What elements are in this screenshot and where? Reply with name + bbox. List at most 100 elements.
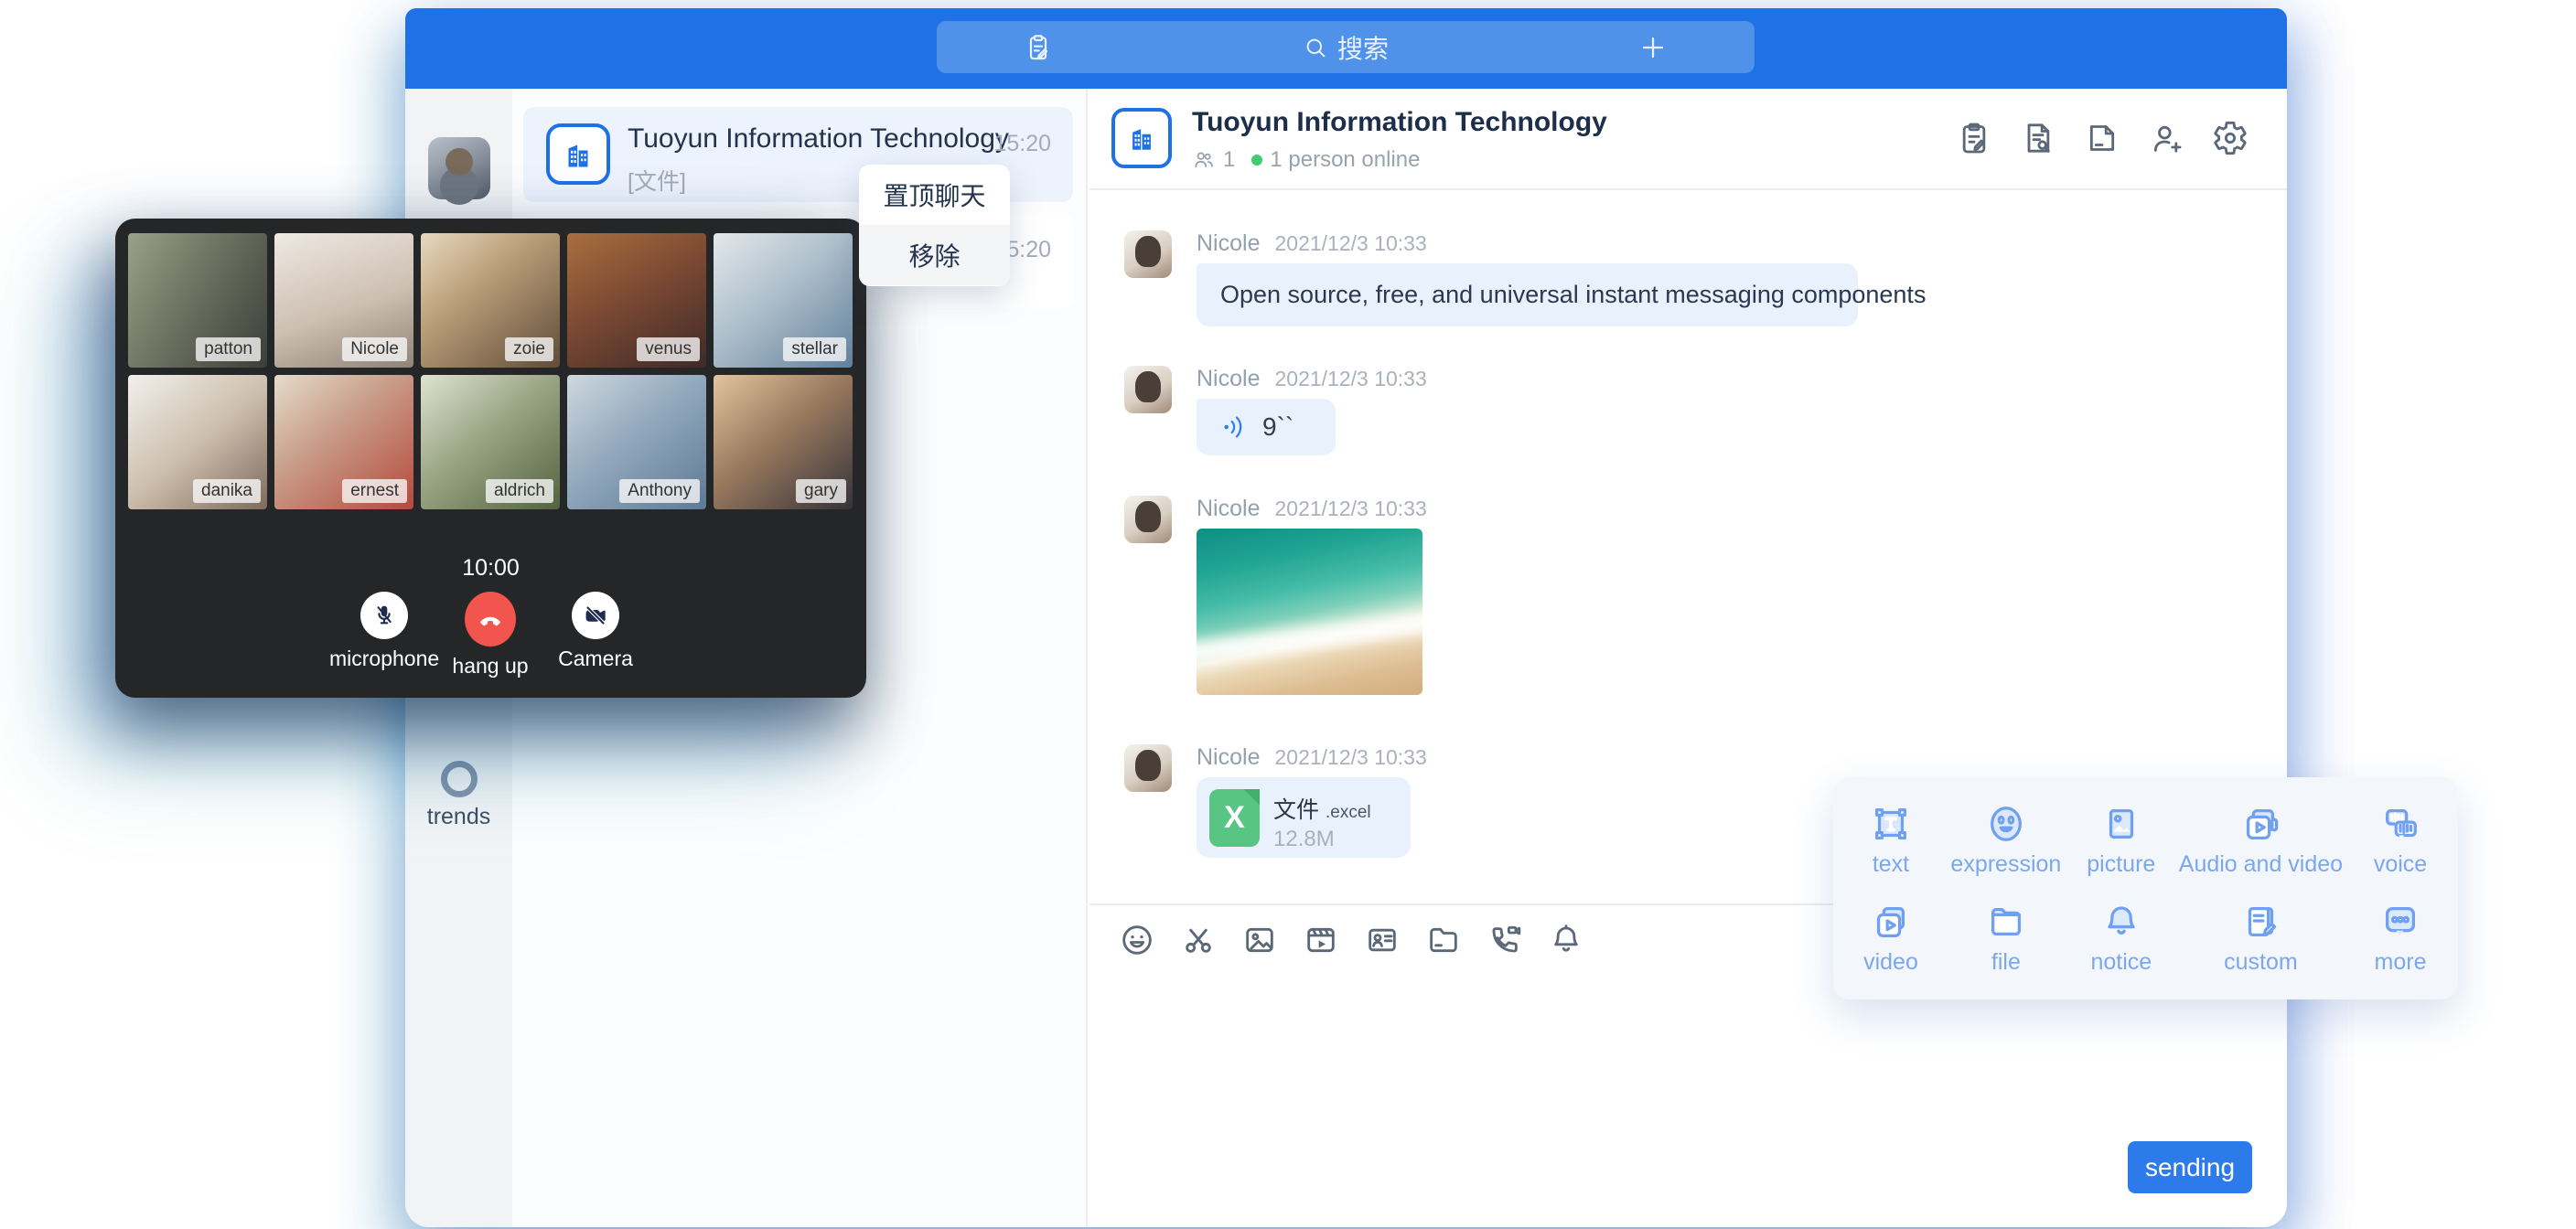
- voice-tool-icon: [2379, 803, 2421, 845]
- attach-item-custom[interactable]: custom: [2179, 890, 2343, 988]
- sender-avatar[interactable]: [1124, 496, 1172, 543]
- message-type-menu: text expression picture Audio: [1833, 777, 2458, 999]
- menu-item-remove[interactable]: 移除: [859, 225, 1010, 285]
- microphone-mute-button[interactable]: [360, 592, 408, 639]
- participant-name: ernest: [342, 479, 407, 503]
- participant-tile[interactable]: Nicole: [274, 233, 413, 368]
- attach-item-audio-video[interactable]: Audio and video: [2179, 792, 2343, 890]
- participant-tile[interactable]: ernest: [274, 375, 413, 509]
- online-status: 1 person online: [1270, 147, 1420, 173]
- participant-name: venus: [637, 337, 700, 361]
- audio-video-tool-icon: [2239, 803, 2281, 845]
- file-extension: .excel: [1326, 803, 1371, 822]
- camera-label: Camera: [541, 647, 650, 671]
- image-message-photo[interactable]: [1197, 529, 1422, 695]
- search-bar[interactable]: 搜索: [937, 21, 1755, 73]
- chat-history-search-icon[interactable]: [2020, 120, 2056, 156]
- sender-avatar[interactable]: [1124, 230, 1172, 278]
- user-avatar[interactable]: [428, 137, 490, 199]
- sender-name: Nicole: [1197, 366, 1260, 392]
- note-icon[interactable]: [1024, 33, 1053, 62]
- video-clip-icon[interactable]: [1303, 922, 1339, 958]
- contact-card-icon[interactable]: [1364, 922, 1401, 958]
- expression-tool-icon: [1985, 803, 2027, 845]
- participant-name: patton: [196, 337, 261, 361]
- add-member-icon[interactable]: [2148, 120, 2184, 156]
- send-button[interactable]: sending: [2128, 1141, 2252, 1193]
- microphone-label: microphone: [329, 647, 439, 671]
- sidebar-item-trends[interactable]: trends: [405, 761, 512, 830]
- participant-tile[interactable]: gary: [714, 375, 853, 509]
- sender-avatar[interactable]: [1124, 744, 1172, 792]
- sender-avatar[interactable]: [1124, 366, 1172, 413]
- file-name: 文件: [1273, 797, 1319, 823]
- search-placeholder: 搜索: [1337, 29, 1389, 66]
- screenshot-icon[interactable]: [1180, 922, 1217, 958]
- emoji-icon[interactable]: [1119, 922, 1155, 958]
- attach-item-text[interactable]: text: [1833, 792, 1948, 890]
- chat-title: Tuoyun Information Technology: [1192, 107, 1607, 138]
- folder-icon[interactable]: [1425, 922, 1462, 958]
- participant-tile[interactable]: zoie: [421, 233, 560, 368]
- chat-actions: [1956, 120, 2249, 156]
- message-time: 2021/12/3 10:33: [1274, 745, 1426, 770]
- participant-name: stellar: [783, 337, 846, 361]
- file-tool-icon: [1985, 901, 2027, 943]
- picture-tool-icon: [2100, 803, 2142, 845]
- file-message-bubble[interactable]: X 文件 .excel 12.8M: [1197, 777, 1411, 858]
- more-tool-icon: [2379, 901, 2421, 943]
- voice-duration: 9``: [1262, 412, 1293, 442]
- voice-message-bubble[interactable]: 9``: [1197, 399, 1336, 455]
- search-field[interactable]: 搜索: [1272, 29, 1419, 66]
- conversation-title: Tuoyun Information Technology: [628, 123, 1009, 155]
- members-icon: [1192, 148, 1216, 172]
- sender-name: Nicole: [1197, 230, 1260, 257]
- composer-toolbar: [1119, 922, 1584, 958]
- file-icon[interactable]: [2084, 120, 2120, 156]
- hang-up-button[interactable]: [465, 592, 516, 647]
- camera-off-button[interactable]: [572, 592, 619, 639]
- screen: 搜索 trends: [0, 0, 2576, 1229]
- attach-item-video[interactable]: video: [1833, 890, 1948, 988]
- video-call-icon[interactable]: [1487, 922, 1523, 958]
- attach-item-file[interactable]: file: [1948, 890, 2064, 988]
- text-tool-icon: [1870, 803, 1912, 845]
- notification-icon[interactable]: [1548, 922, 1584, 958]
- participant-name: danika: [193, 479, 261, 503]
- attach-item-voice[interactable]: voice: [2343, 792, 2458, 890]
- message-time: 2021/12/3 10:33: [1274, 231, 1426, 256]
- settings-icon[interactable]: [2212, 120, 2249, 156]
- participant-tile[interactable]: venus: [567, 233, 706, 368]
- participant-tile[interactable]: patton: [128, 233, 267, 368]
- attach-item-more[interactable]: more: [2343, 890, 2458, 988]
- participant-name: aldrich: [486, 479, 553, 503]
- excel-file-icon: X: [1209, 789, 1260, 847]
- participant-tile[interactable]: Anthony: [567, 375, 706, 509]
- plus-icon[interactable]: [1638, 33, 1668, 62]
- participant-name: Nicole: [342, 337, 407, 361]
- attach-item-picture[interactable]: picture: [2064, 792, 2179, 890]
- participant-tile[interactable]: danika: [128, 375, 267, 509]
- conversation-context-menu: 置顶聊天 移除: [859, 165, 1010, 286]
- search-icon: [1303, 35, 1328, 60]
- participant-tile[interactable]: aldrich: [421, 375, 560, 509]
- trends-icon: [441, 761, 478, 797]
- clipboard-icon[interactable]: [1956, 120, 1992, 156]
- sender-name: Nicole: [1197, 744, 1260, 771]
- conversation-preview: [文件]: [628, 164, 686, 197]
- video-tool-icon: [1870, 901, 1912, 943]
- participant-name: zoie: [505, 337, 553, 361]
- image-icon[interactable]: [1241, 922, 1278, 958]
- conversation-time: 15:20: [993, 131, 1051, 157]
- attach-item-notice[interactable]: notice: [2064, 890, 2179, 988]
- hang-up-label: hang up: [435, 654, 545, 679]
- text-message-bubble[interactable]: Open source, free, and universal instant…: [1197, 263, 1858, 326]
- file-size: 12.8M: [1273, 827, 1335, 852]
- menu-item-pin-chat[interactable]: 置顶聊天: [859, 165, 1010, 225]
- attach-item-expression[interactable]: expression: [1948, 792, 2064, 890]
- chat-pane: Tuoyun Information Technology 1 1 person…: [1089, 89, 2287, 1227]
- participant-name: Anthony: [619, 479, 700, 503]
- video-call-window: patton Nicole zoie venus stellar danika …: [115, 219, 866, 698]
- online-dot: [1251, 155, 1262, 166]
- participant-tile[interactable]: stellar: [714, 233, 853, 368]
